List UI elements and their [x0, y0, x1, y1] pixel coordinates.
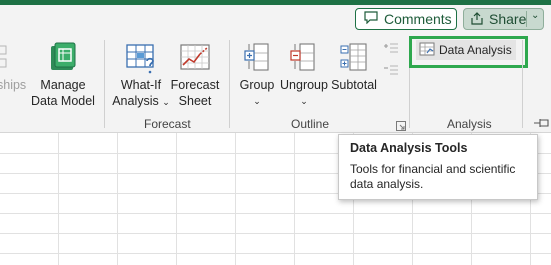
what-if-line2: Analysis [112, 94, 159, 108]
share-label: Share [489, 11, 527, 27]
comment-icon [364, 11, 378, 27]
group-label: Group [239, 78, 275, 92]
pin-ribbon-icon[interactable] [533, 116, 551, 134]
comments-label: Comments [384, 11, 452, 27]
data-model-icon[interactable] [49, 42, 77, 77]
show-detail-icon[interactable] [383, 42, 399, 61]
ungroup-label: Ungroup [280, 78, 328, 92]
data-analysis-tooltip: Data Analysis Tools Tools for financial … [338, 134, 538, 200]
forecast-sheet-icon[interactable] [180, 43, 210, 76]
tooltip-title: Data Analysis Tools [350, 141, 468, 155]
subtotal-label: Subtotal [331, 78, 377, 92]
manage-data-model-button[interactable]: Manage Data Model [28, 77, 98, 109]
manage-data-model-line1: Manage [40, 78, 86, 92]
chevron-down-icon[interactable]: ⌄ [531, 10, 539, 21]
subtotal-icon[interactable] [340, 43, 368, 76]
what-if-analysis-button[interactable]: What-If Analysis ⌄ [111, 77, 171, 110]
relationships-label: ships [0, 78, 27, 92]
tooltip-body: Tools for financial and scientific data … [350, 162, 516, 191]
manage-data-model-line2: Data Model [31, 94, 95, 108]
share-button[interactable]: Share ⌄ [463, 8, 544, 30]
share-split-divider [526, 11, 527, 27]
what-if-icon[interactable] [126, 43, 158, 80]
chevron-down-icon: ⌄ [162, 97, 170, 107]
group-separator [522, 40, 523, 128]
share-icon [470, 11, 484, 28]
chevron-down-icon: ⌄ [253, 96, 261, 106]
forecast-sheet-line2: Sheet [178, 94, 212, 108]
group-separator [229, 40, 230, 128]
ungroup-button[interactable]: Ungroup ⌄ [279, 77, 329, 109]
relationships-icon[interactable] [0, 44, 10, 75]
forecast-group-label: Forecast [144, 117, 191, 131]
forecast-sheet-line1: Forecast [170, 78, 220, 92]
group-separator [104, 40, 105, 128]
group-button[interactable]: Group ⌄ [236, 77, 278, 109]
outline-group-label: Outline [291, 117, 330, 131]
chevron-down-icon: ⌄ [300, 96, 308, 106]
forecast-sheet-button[interactable]: Forecast Sheet [170, 77, 220, 109]
hide-detail-icon[interactable] [383, 64, 399, 83]
group-icon[interactable] [244, 43, 270, 76]
what-if-line1: What-If [120, 78, 162, 92]
subtotal-button[interactable]: Subtotal [329, 77, 379, 93]
analysis-group-label: Analysis [447, 117, 492, 131]
comments-button[interactable]: Comments [355, 8, 457, 30]
highlight-box [409, 36, 528, 68]
ungroup-icon[interactable] [290, 43, 316, 76]
